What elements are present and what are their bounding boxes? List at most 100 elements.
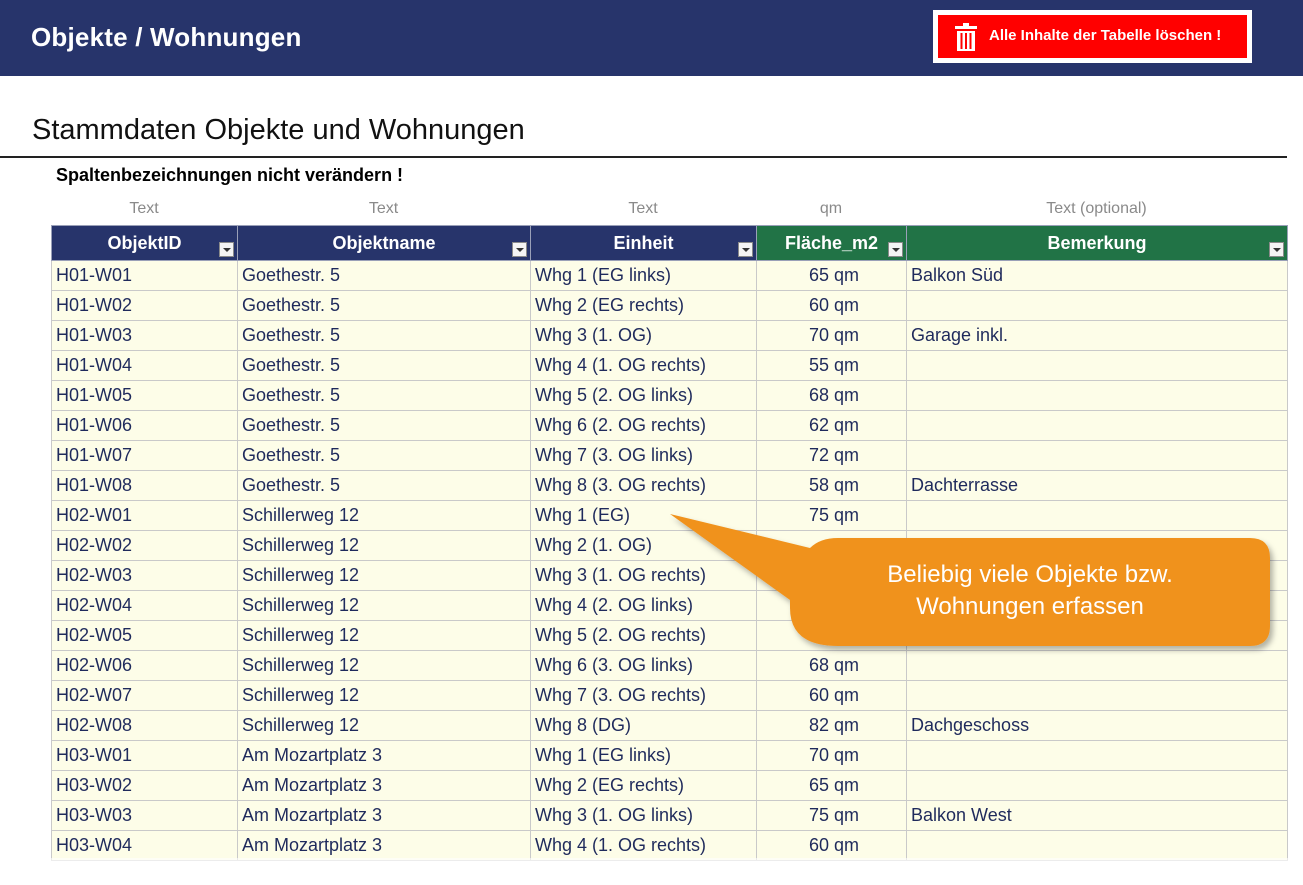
flaeche-cell[interactable]: 72 qm (756, 440, 907, 471)
objektname-cell[interactable]: Schillerweg 12 (237, 530, 531, 561)
bemerkung-cell[interactable]: Dachterrasse (906, 470, 1288, 501)
column-header-bemerkung[interactable]: Bemerkung (906, 225, 1288, 261)
objektname-cell[interactable]: Goethestr. 5 (237, 290, 531, 321)
column-header-einheit[interactable]: Einheit (530, 225, 757, 261)
objektname-cell[interactable]: Schillerweg 12 (237, 500, 531, 531)
objektname-cell[interactable]: Am Mozartplatz 3 (237, 740, 531, 771)
einheit-cell[interactable]: Whg 7 (3. OG links) (530, 440, 757, 471)
flaeche-cell[interactable]: 55 qm (756, 350, 907, 381)
objektid-cell[interactable]: H01-W01 (51, 260, 238, 291)
objektid-cell[interactable]: H03-W02 (51, 770, 238, 801)
flaeche-cell[interactable]: 60 qm (756, 830, 907, 861)
callout-text: Beliebig viele Objekte bzw. Wohnungen erf… (887, 561, 1173, 620)
objektid-cell[interactable]: H02-W02 (51, 530, 238, 561)
filter-dropdown-button[interactable] (512, 242, 527, 257)
objektid-cell[interactable]: H02-W06 (51, 650, 238, 681)
objektid-cell[interactable]: H02-W07 (51, 680, 238, 711)
clear-table-button[interactable]: Alle Inhalte der Tabelle löschen ! (933, 10, 1252, 63)
column-header-flaeche[interactable]: Fläche_m2 (756, 225, 907, 261)
filter-dropdown-button[interactable] (888, 242, 903, 257)
einheit-cell[interactable]: Whg 8 (3. OG rechts) (530, 470, 757, 501)
objektid-cell[interactable]: H01-W07 (51, 440, 238, 471)
objektname-cell[interactable]: Am Mozartplatz 3 (237, 770, 531, 801)
einheit-cell[interactable]: Whg 7 (3. OG rechts) (530, 680, 757, 711)
einheit-cell[interactable]: Whg 3 (1. OG links) (530, 800, 757, 831)
objektid-cell[interactable]: H01-W06 (51, 410, 238, 441)
bemerkung-cell[interactable] (906, 290, 1288, 321)
objektname-cell[interactable]: Schillerweg 12 (237, 650, 531, 681)
objektname-cell[interactable]: Goethestr. 5 (237, 320, 531, 351)
einheit-cell[interactable]: Whg 3 (1. OG) (530, 320, 757, 351)
objektid-cell[interactable]: H02-W05 (51, 620, 238, 651)
flaeche-cell[interactable]: 75 qm (756, 800, 907, 831)
objektid-cell[interactable]: H02-W01 (51, 500, 238, 531)
flaeche-cell[interactable]: 70 qm (756, 740, 907, 771)
type-hint-objektid: Text (129, 200, 159, 217)
objektname-cell[interactable]: Schillerweg 12 (237, 590, 531, 621)
bemerkung-cell[interactable]: Dachgeschoss (906, 710, 1288, 741)
flaeche-cell[interactable]: 70 qm (756, 320, 907, 351)
column-header-objektid[interactable]: ObjektID (51, 225, 238, 261)
objektname-cell[interactable]: Am Mozartplatz 3 (237, 800, 531, 831)
clear-table-button-face[interactable]: Alle Inhalte der Tabelle löschen ! (938, 15, 1247, 58)
filter-dropdown-button[interactable] (738, 242, 753, 257)
bemerkung-cell[interactable] (906, 740, 1288, 771)
objektid-cell[interactable]: H01-W03 (51, 320, 238, 351)
objektname-cell[interactable]: Schillerweg 12 (237, 680, 531, 711)
einheit-cell[interactable]: Whg 8 (DG) (530, 710, 757, 741)
objektname-cell[interactable]: Goethestr. 5 (237, 470, 531, 501)
warning-note: Spaltenbezeichnungen nicht verändern ! (56, 165, 404, 185)
bemerkung-cell[interactable] (906, 410, 1288, 441)
objektname-cell[interactable]: Schillerweg 12 (237, 710, 531, 741)
bemerkung-cell[interactable] (906, 680, 1288, 711)
objektid-cell[interactable]: H01-W08 (51, 470, 238, 501)
bemerkung-cell[interactable]: Garage inkl. (906, 320, 1288, 351)
table-row: H01-W05 Goethestr. 5 Whg 5 (2. OG links) 68… (51, 380, 1288, 411)
sort-filter-button[interactable] (219, 242, 234, 257)
flaeche-cell[interactable]: 65 qm (756, 260, 907, 291)
filter-dropdown-button[interactable] (1269, 242, 1284, 257)
einheit-cell[interactable]: Whg 2 (EG rechts) (530, 290, 757, 321)
objektname-cell[interactable]: Goethestr. 5 (237, 260, 531, 291)
flaeche-cell[interactable]: 68 qm (756, 380, 907, 411)
objektid-cell[interactable]: H02-W04 (51, 590, 238, 621)
flaeche-cell[interactable]: 60 qm (756, 290, 907, 321)
einheit-cell[interactable]: Whg 5 (2. OG links) (530, 380, 757, 411)
objektname-cell[interactable]: Goethestr. 5 (237, 380, 531, 411)
objektname-cell[interactable]: Goethestr. 5 (237, 410, 531, 441)
einheit-cell[interactable]: Whg 6 (2. OG rechts) (530, 410, 757, 441)
objektid-cell[interactable]: H01-W05 (51, 380, 238, 411)
einheit-cell[interactable]: Whg 4 (1. OG rechts) (530, 830, 757, 861)
bemerkung-cell[interactable] (906, 380, 1288, 411)
bemerkung-cell[interactable] (906, 350, 1288, 381)
bemerkung-cell[interactable] (906, 770, 1288, 801)
objektid-cell[interactable]: H03-W01 (51, 740, 238, 771)
objektname-cell[interactable]: Am Mozartplatz 3 (237, 830, 531, 861)
flaeche-cell[interactable]: 60 qm (756, 680, 907, 711)
bemerkung-cell[interactable] (906, 830, 1288, 861)
objektid-cell[interactable]: H03-W04 (51, 830, 238, 861)
flaeche-cell[interactable]: 82 qm (756, 710, 907, 741)
einheit-cell[interactable]: Whg 1 (EG links) (530, 260, 757, 291)
objektname-cell[interactable]: Schillerweg 12 (237, 560, 531, 591)
bemerkung-cell[interactable]: Balkon Süd (906, 260, 1288, 291)
objektname-cell[interactable]: Goethestr. 5 (237, 440, 531, 471)
flaeche-cell[interactable]: 58 qm (756, 470, 907, 501)
bemerkung-cell[interactable] (906, 440, 1288, 471)
objektname-cell[interactable]: Schillerweg 12 (237, 620, 531, 651)
einheit-cell[interactable]: Whg 1 (EG links) (530, 740, 757, 771)
einheit-cell[interactable]: Whg 4 (1. OG rechts) (530, 350, 757, 381)
objektid-cell[interactable]: H02-W03 (51, 560, 238, 591)
bemerkung-cell[interactable]: Balkon West (906, 800, 1288, 831)
flaeche-cell[interactable]: 62 qm (756, 410, 907, 441)
objektname-cell[interactable]: Goethestr. 5 (237, 350, 531, 381)
column-header-objektname[interactable]: Objektname (237, 225, 531, 261)
flaeche-cell[interactable]: 65 qm (756, 770, 907, 801)
objektid-cell[interactable]: H01-W02 (51, 290, 238, 321)
einheit-cell[interactable]: Whg 2 (EG rechts) (530, 770, 757, 801)
objektid-cell[interactable]: H02-W08 (51, 710, 238, 741)
objektid-cell[interactable]: H01-W04 (51, 350, 238, 381)
app-header: Objekte / Wohnungen Alle Inhalte der Tab… (0, 0, 1303, 76)
objektid-cell[interactable]: H03-W03 (51, 800, 238, 831)
table-row: H01-W06 Goethestr. 5 Whg 6 (2. OG rechts) 6… (51, 410, 1288, 441)
